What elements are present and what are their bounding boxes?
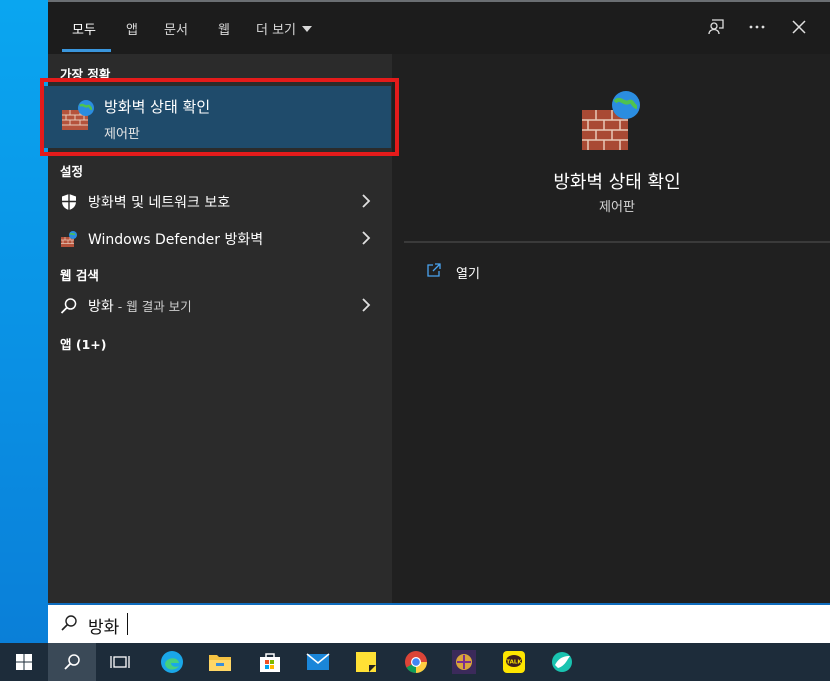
preview-title: 방화벽 상태 확인 (553, 172, 681, 193)
open-icon (427, 263, 441, 277)
search-input[interactable]: 방화 (88, 613, 119, 638)
settings-item-label: 방화벽 및 네트워크 보호 (88, 195, 231, 211)
tab-web[interactable]: 웹 (218, 19, 230, 38)
chrome-icon[interactable] (392, 643, 440, 681)
microsoft-store-icon[interactable] (246, 643, 294, 681)
tab-all[interactable]: 모두 (72, 19, 96, 38)
shield-icon (62, 194, 76, 210)
close-icon[interactable] (788, 16, 810, 38)
settings-header: 설정 (60, 164, 84, 179)
annotation-highlight-box (40, 78, 399, 156)
settings-item-firewall-network[interactable]: 방화벽 및 네트워크 보호 (48, 184, 392, 218)
app-icon[interactable] (538, 643, 586, 681)
chevron-right-icon (362, 194, 371, 208)
search-icon[interactable] (48, 643, 96, 681)
web-search-query: 방화 (88, 299, 114, 315)
tab-documents[interactable]: 문서 (164, 19, 188, 38)
feedback-icon[interactable] (705, 16, 727, 38)
firewall-icon (61, 231, 77, 247)
windows-start-icon[interactable] (0, 643, 48, 681)
open-action-label: 열기 (456, 267, 480, 282)
open-action[interactable]: 열기 (426, 260, 626, 284)
task-view-icon[interactable] (96, 643, 144, 681)
search-tabs: 모두 앱 문서 웹 더 보기 (48, 2, 830, 54)
edge-icon[interactable] (148, 643, 196, 681)
taskbar: TALK (0, 643, 830, 681)
chevron-down-icon (302, 26, 313, 32)
sticky-notes-icon[interactable] (342, 643, 390, 681)
web-search-suffix: - 웹 결과 보기 (113, 299, 192, 314)
apps-header[interactable]: 앱 (1+) (60, 334, 106, 353)
search-icon (61, 615, 77, 631)
web-search-header: 웹 검색 (60, 268, 99, 283)
search-icon (60, 298, 77, 314)
mail-icon[interactable] (294, 643, 342, 681)
chevron-right-icon (362, 298, 371, 312)
search-box[interactable]: 방화 (48, 603, 830, 643)
kakaotalk-icon[interactable]: TALK (490, 643, 538, 681)
more-options-icon[interactable] (746, 16, 768, 38)
preview-subtitle: 제어판 (599, 200, 635, 215)
settings-item-defender-firewall[interactable]: Windows Defender 방화벽 (48, 221, 392, 255)
tab-more[interactable]: 더 보기 (256, 19, 313, 38)
chevron-right-icon (362, 231, 371, 245)
tab-more-label: 더 보기 (256, 23, 297, 38)
preview-pane: 방화벽 상태 확인 제어판 열기 (404, 54, 830, 603)
svg-text:TALK: TALK (506, 660, 522, 666)
firewall-icon (582, 91, 640, 150)
file-explorer-icon[interactable] (196, 643, 244, 681)
web-search-label: 방화 - 웹 결과 보기 (88, 296, 192, 316)
divider (404, 241, 830, 243)
active-tab-indicator (62, 49, 111, 52)
settings-item-label: Windows Defender 방화벽 (88, 232, 264, 248)
tab-apps[interactable]: 앱 (126, 19, 138, 38)
game-app-icon[interactable] (440, 643, 488, 681)
text-cursor (127, 613, 128, 635)
web-search-result[interactable]: 방화 - 웹 결과 보기 (48, 288, 392, 322)
